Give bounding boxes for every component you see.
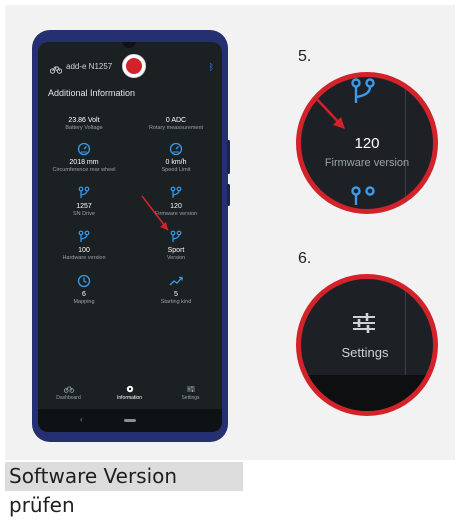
annotation-arrow (141, 195, 169, 231)
step-number: 5. (298, 48, 312, 65)
info-label: Mapping (73, 299, 95, 305)
system-bar (301, 375, 433, 411)
info-value: 0 km/h (165, 159, 187, 166)
clock-icon (77, 274, 91, 288)
bike-icon (63, 386, 74, 393)
info-item: 100 Hardware version (38, 230, 130, 262)
zoom-value: 120 (354, 135, 380, 152)
branch-icon (351, 78, 375, 103)
info-value: 1257 (76, 203, 92, 210)
info-value: 23.86 Volt (68, 117, 100, 124)
speedometer-icon (77, 142, 91, 156)
annotation-arrow (312, 94, 345, 129)
nav-label: Settings (181, 395, 200, 401)
info-gear-icon (126, 385, 133, 393)
info-label: SN Drive (72, 211, 95, 217)
sliders-icon (186, 386, 195, 392)
info-value: 100 (78, 247, 90, 254)
info-label: Battery Voltage (65, 125, 103, 131)
camera-notch (122, 42, 136, 48)
info-value: 5 (174, 291, 178, 298)
info-label: Starting kind (160, 299, 192, 305)
section-title: Additional Information (48, 88, 136, 98)
info-item: 2018 mm Circumference rear wheel (38, 142, 130, 174)
info-label: Speed Limit (161, 167, 191, 173)
branch-icon (78, 230, 90, 242)
info-label: Rotary meassurement (148, 125, 204, 131)
top-bar: add-e N1257 ᛒ (38, 54, 222, 88)
trending-icon (169, 276, 183, 286)
phone-screen: add-e N1257 ᛒ Additional Information 23.… (38, 42, 222, 432)
bottom-nav: Dashboard Information Settings (38, 380, 222, 406)
info-label: Circumference rear wheel (52, 167, 116, 173)
info-item: 5 Starting kind (130, 274, 222, 306)
sliders-icon (353, 313, 375, 333)
brand-logo (122, 54, 146, 78)
system-nav-bar: ‹ (38, 409, 222, 432)
info-value: Sport (167, 247, 185, 254)
info-item: 0 ADC Rotary meassurement (130, 114, 222, 132)
back-icon[interactable]: ‹ (80, 415, 83, 424)
zoom-circle-firmware: 120 Firmware version (296, 72, 438, 214)
nav-label: Dashboard (56, 395, 81, 401)
info-value: 6 (82, 291, 86, 298)
bluetooth-icon: ᛒ (208, 62, 214, 72)
nav-label: Information (116, 395, 142, 401)
device-name: add-e N1257 (66, 62, 113, 71)
step-number: 6. (298, 250, 312, 267)
home-indicator[interactable] (124, 419, 136, 422)
info-label: Hardware version (62, 255, 106, 261)
caption: Software Version prüfen (5, 462, 243, 517)
info-item: 0 km/h Speed Limit (130, 142, 222, 174)
branch-icon (351, 186, 375, 205)
branch-icon (78, 186, 90, 198)
info-label: Version (166, 255, 186, 261)
zoom-label: Firmware version (324, 157, 410, 169)
bike-icon (50, 66, 62, 74)
zoom-circle-settings: Settings (296, 274, 438, 416)
nav-information[interactable]: Information (99, 384, 160, 401)
phone-side-button (227, 140, 230, 174)
zoom-label: Settings (341, 345, 389, 360)
info-value: 2018 mm (69, 159, 99, 166)
phone-side-button-2 (227, 184, 230, 206)
info-item: 6 Mapping (38, 274, 130, 306)
info-item: 23.86 Volt Battery Voltage (38, 114, 130, 132)
info-value: 0 ADC (165, 117, 187, 124)
speedometer-icon (169, 142, 183, 156)
nav-dashboard[interactable]: Dashboard (38, 384, 99, 401)
nav-settings[interactable]: Settings (160, 384, 221, 401)
info-item: 1257 SN Drive (38, 186, 130, 218)
